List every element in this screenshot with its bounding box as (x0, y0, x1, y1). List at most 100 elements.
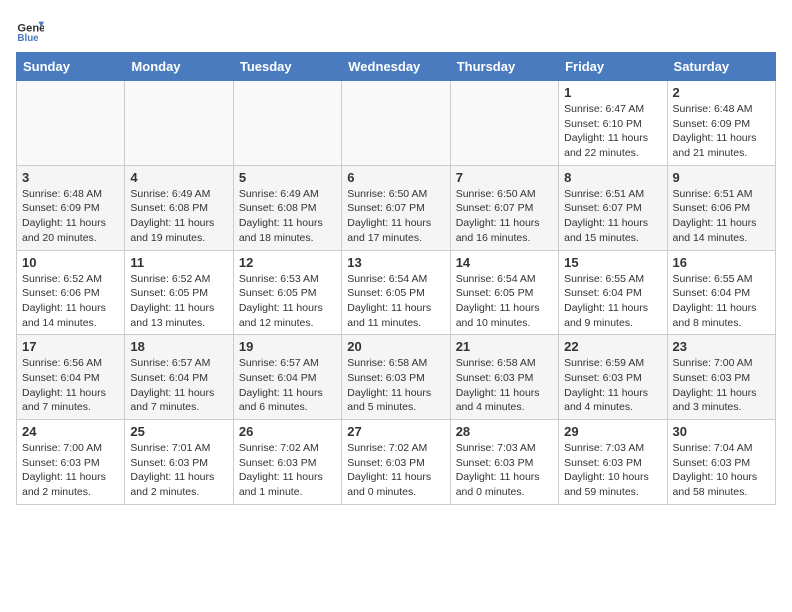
calendar-cell (450, 81, 558, 166)
day-info: Sunrise: 6:47 AMSunset: 6:10 PMDaylight:… (564, 102, 661, 161)
day-number: 20 (347, 339, 444, 354)
calendar-cell: 22 Sunrise: 6:59 AMSunset: 6:03 PMDayligh… (559, 335, 667, 420)
calendar-cell: 2 Sunrise: 6:48 AMSunset: 6:09 PMDaylight… (667, 81, 775, 166)
calendar-cell: 16 Sunrise: 6:55 AMSunset: 6:04 PMDayligh… (667, 250, 775, 335)
day-number: 14 (456, 255, 553, 270)
calendar-cell: 26 Sunrise: 7:02 AMSunset: 6:03 PMDayligh… (233, 420, 341, 505)
day-info: Sunrise: 7:00 AMSunset: 6:03 PMDaylight:… (22, 441, 119, 500)
day-number: 1 (564, 85, 661, 100)
day-number: 26 (239, 424, 336, 439)
day-info: Sunrise: 6:58 AMSunset: 6:03 PMDaylight:… (456, 356, 553, 415)
day-info: Sunrise: 6:55 AMSunset: 6:04 PMDaylight:… (673, 272, 770, 331)
calendar-week-row: 1 Sunrise: 6:47 AMSunset: 6:10 PMDaylight… (17, 81, 776, 166)
logo: General Blue (16, 16, 48, 44)
calendar-cell: 10 Sunrise: 6:52 AMSunset: 6:06 PMDayligh… (17, 250, 125, 335)
col-header-tuesday: Tuesday (233, 53, 341, 81)
calendar-cell: 20 Sunrise: 6:58 AMSunset: 6:03 PMDayligh… (342, 335, 450, 420)
calendar-cell (342, 81, 450, 166)
calendar-cell: 13Sunrise: 6:54 AMSunset: 6:05 PMDayligh… (342, 250, 450, 335)
day-info: Sunrise: 6:56 AMSunset: 6:04 PMDaylight:… (22, 356, 119, 415)
calendar-week-row: 3 Sunrise: 6:48 AMSunset: 6:09 PMDaylight… (17, 165, 776, 250)
col-header-sunday: Sunday (17, 53, 125, 81)
calendar-cell: 5Sunrise: 6:49 AMSunset: 6:08 PMDaylight… (233, 165, 341, 250)
calendar-header-row: SundayMondayTuesdayWednesdayThursdayFrid… (17, 53, 776, 81)
day-number: 30 (673, 424, 770, 439)
calendar-cell: 19 Sunrise: 6:57 AMSunset: 6:04 PMDayligh… (233, 335, 341, 420)
calendar-cell: 25 Sunrise: 7:01 AMSunset: 6:03 PMDayligh… (125, 420, 233, 505)
calendar-cell: 30Sunrise: 7:04 AMSunset: 6:03 PMDayligh… (667, 420, 775, 505)
day-number: 17 (22, 339, 119, 354)
day-number: 23 (673, 339, 770, 354)
day-number: 4 (130, 170, 227, 185)
day-info: Sunrise: 6:51 AMSunset: 6:06 PMDaylight:… (673, 187, 770, 246)
calendar-cell: 14 Sunrise: 6:54 AMSunset: 6:05 PMDayligh… (450, 250, 558, 335)
calendar-cell: 24 Sunrise: 7:00 AMSunset: 6:03 PMDayligh… (17, 420, 125, 505)
col-header-wednesday: Wednesday (342, 53, 450, 81)
svg-text:Blue: Blue (17, 33, 39, 44)
day-info: Sunrise: 6:50 AMSunset: 6:07 PMDaylight:… (347, 187, 444, 246)
day-number: 11 (130, 255, 227, 270)
calendar-cell: 1 Sunrise: 6:47 AMSunset: 6:10 PMDaylight… (559, 81, 667, 166)
calendar-week-row: 24 Sunrise: 7:00 AMSunset: 6:03 PMDayligh… (17, 420, 776, 505)
day-number: 2 (673, 85, 770, 100)
day-number: 15 (564, 255, 661, 270)
day-info: Sunrise: 6:58 AMSunset: 6:03 PMDaylight:… (347, 356, 444, 415)
calendar-cell: 23 Sunrise: 7:00 AMSunset: 6:03 PMDayligh… (667, 335, 775, 420)
col-header-friday: Friday (559, 53, 667, 81)
calendar-week-row: 10 Sunrise: 6:52 AMSunset: 6:06 PMDayligh… (17, 250, 776, 335)
day-info: Sunrise: 6:57 AMSunset: 6:04 PMDaylight:… (239, 356, 336, 415)
day-number: 6 (347, 170, 444, 185)
day-number: 22 (564, 339, 661, 354)
day-number: 29 (564, 424, 661, 439)
day-number: 19 (239, 339, 336, 354)
day-number: 13 (347, 255, 444, 270)
day-info: Sunrise: 6:52 AMSunset: 6:05 PMDaylight:… (130, 272, 227, 331)
calendar-cell: 7 Sunrise: 6:50 AMSunset: 6:07 PMDaylight… (450, 165, 558, 250)
day-number: 3 (22, 170, 119, 185)
day-info: Sunrise: 7:02 AMSunset: 6:03 PMDaylight:… (239, 441, 336, 500)
calendar-cell (125, 81, 233, 166)
calendar-cell: 18 Sunrise: 6:57 AMSunset: 6:04 PMDayligh… (125, 335, 233, 420)
day-number: 7 (456, 170, 553, 185)
day-info: Sunrise: 6:50 AMSunset: 6:07 PMDaylight:… (456, 187, 553, 246)
day-info: Sunrise: 6:52 AMSunset: 6:06 PMDaylight:… (22, 272, 119, 331)
calendar-cell: 4 Sunrise: 6:49 AMSunset: 6:08 PMDaylight… (125, 165, 233, 250)
day-number: 21 (456, 339, 553, 354)
day-number: 25 (130, 424, 227, 439)
day-number: 16 (673, 255, 770, 270)
calendar-cell: 27 Sunrise: 7:02 AMSunset: 6:03 PMDayligh… (342, 420, 450, 505)
day-number: 9 (673, 170, 770, 185)
calendar-week-row: 17 Sunrise: 6:56 AMSunset: 6:04 PMDayligh… (17, 335, 776, 420)
day-info: Sunrise: 6:48 AMSunset: 6:09 PMDaylight:… (673, 102, 770, 161)
col-header-thursday: Thursday (450, 53, 558, 81)
day-info: Sunrise: 7:01 AMSunset: 6:03 PMDaylight:… (130, 441, 227, 500)
day-info: Sunrise: 6:59 AMSunset: 6:03 PMDaylight:… (564, 356, 661, 415)
day-info: Sunrise: 6:55 AMSunset: 6:04 PMDaylight:… (564, 272, 661, 331)
day-number: 18 (130, 339, 227, 354)
day-number: 27 (347, 424, 444, 439)
day-number: 5 (239, 170, 336, 185)
day-info: Sunrise: 6:54 AMSunset: 6:05 PMDaylight:… (456, 272, 553, 331)
calendar-cell: 21 Sunrise: 6:58 AMSunset: 6:03 PMDayligh… (450, 335, 558, 420)
calendar-cell: 3 Sunrise: 6:48 AMSunset: 6:09 PMDaylight… (17, 165, 125, 250)
day-info: Sunrise: 6:57 AMSunset: 6:04 PMDaylight:… (130, 356, 227, 415)
calendar-cell: 6 Sunrise: 6:50 AMSunset: 6:07 PMDaylight… (342, 165, 450, 250)
day-number: 28 (456, 424, 553, 439)
page-header: General Blue (16, 16, 776, 44)
day-info: Sunrise: 7:03 AMSunset: 6:03 PMDaylight:… (456, 441, 553, 500)
calendar-cell: 9 Sunrise: 6:51 AMSunset: 6:06 PMDaylight… (667, 165, 775, 250)
day-number: 8 (564, 170, 661, 185)
day-info: Sunrise: 7:02 AMSunset: 6:03 PMDaylight:… (347, 441, 444, 500)
calendar-table: SundayMondayTuesdayWednesdayThursdayFrid… (16, 52, 776, 505)
day-info: Sunrise: 6:49 AMSunset: 6:08 PMDaylight:… (130, 187, 227, 246)
day-info: Sunrise: 7:03 AMSunset: 6:03 PMDaylight:… (564, 441, 661, 500)
calendar-cell: 15 Sunrise: 6:55 AMSunset: 6:04 PMDayligh… (559, 250, 667, 335)
day-info: Sunrise: 7:00 AMSunset: 6:03 PMDaylight:… (673, 356, 770, 415)
calendar-cell: 8Sunrise: 6:51 AMSunset: 6:07 PMDaylight… (559, 165, 667, 250)
day-number: 24 (22, 424, 119, 439)
calendar-cell: 12Sunrise: 6:53 AMSunset: 6:05 PMDayligh… (233, 250, 341, 335)
day-info: Sunrise: 6:48 AMSunset: 6:09 PMDaylight:… (22, 187, 119, 246)
day-number: 10 (22, 255, 119, 270)
calendar-cell (17, 81, 125, 166)
logo-icon: General Blue (16, 16, 44, 44)
